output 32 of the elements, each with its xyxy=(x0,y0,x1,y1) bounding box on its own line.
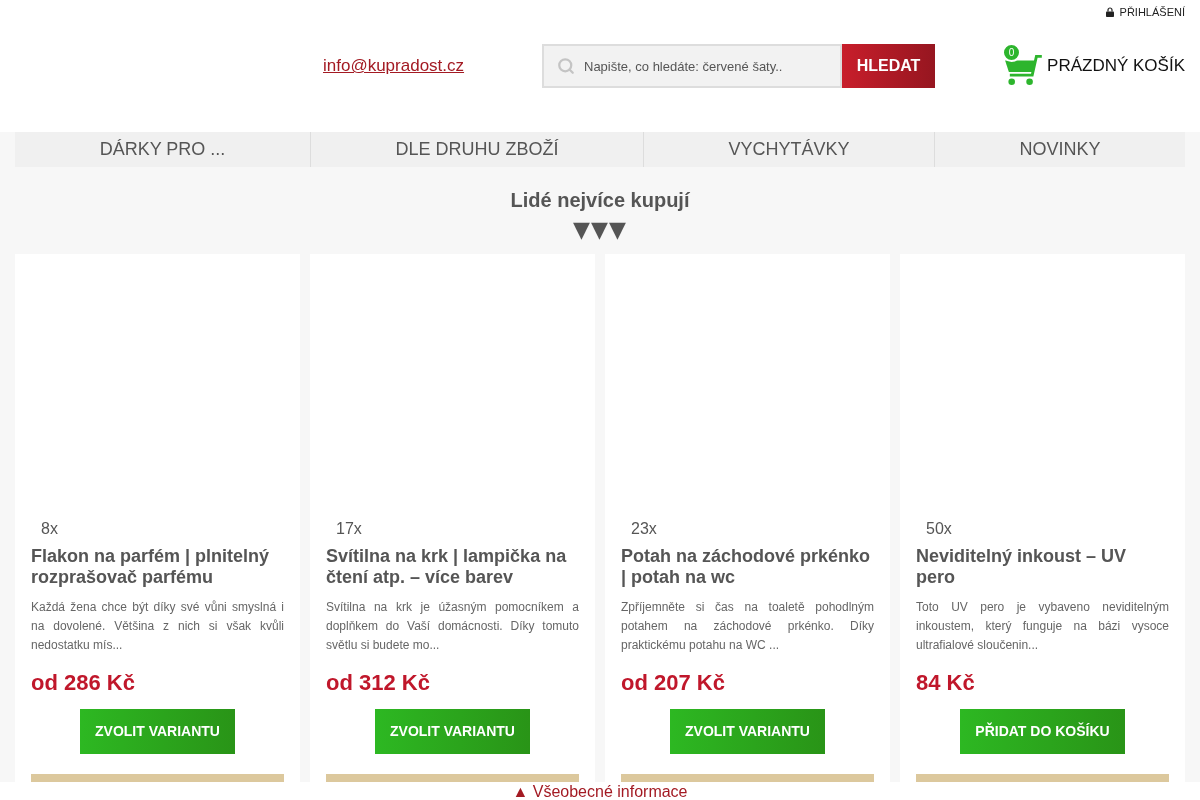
cart-label-link[interactable]: PRÁZDNÝ KOŠÍK xyxy=(1047,53,1185,79)
search-field[interactable]: Napište, co hledáte: červené šaty.. xyxy=(542,44,842,88)
product-description: Toto UV pero je vybaveno neviditelným inkoustem, který funguje na bázi vysoce ultrafialové sloučenin... xyxy=(916,599,1169,654)
sold-count: 23x xyxy=(630,520,658,538)
product-title-link[interactable]: Potah na záchodové prkénko | potah na wc xyxy=(621,546,874,588)
menu-item[interactable]: DLE DRUHU ZBOŽÍ xyxy=(310,132,643,167)
login-link[interactable]: PŘIHLÁŠENÍ xyxy=(1105,3,1185,21)
product-description: Každá žena chce být díky své vůni smyslná i na dovolené. Většina z nich si však kvůli nedostatku mís... xyxy=(31,599,284,654)
email-link[interactable]: info@kupradost.cz xyxy=(323,56,465,76)
menu-item[interactable]: VYCHYTÁVKY xyxy=(643,132,934,167)
search-icon xyxy=(557,57,575,75)
search-button[interactable]: HLEDAT xyxy=(842,44,935,88)
product-title-link[interactable]: Svítilna na krk | lampička na čtení atp. – více barev xyxy=(326,546,579,588)
menu-item[interactable]: NOVINKY xyxy=(934,132,1185,167)
sold-count: 50x xyxy=(925,520,953,538)
sold-count: 17x xyxy=(335,520,363,538)
product-price: od 312 Kč xyxy=(326,670,431,696)
product-description: Svítilna na krk je úžasným pomocníkem a doplňkem do Vaší domácnosti. Díky tomuto světlu si budete mo... xyxy=(326,599,579,654)
sold-count: 8x xyxy=(40,520,59,538)
shopping-cart-icon xyxy=(1004,54,1043,86)
product-title-link[interactable]: Flakon na parfém | plnitelný rozprašovač parfému xyxy=(31,546,284,588)
product-price: od 286 Kč xyxy=(31,670,136,696)
menu-item[interactable]: DÁRKY PRO ... xyxy=(15,132,310,167)
general-info-link[interactable]: ▲ Všeobecné informace xyxy=(512,783,688,800)
section-title: Lidé nejvíce kupují xyxy=(510,188,690,212)
product-description: Zpříjemněte si čas na toaletě pohodlným potahem na záchodové prkénko. Díky praktickému potahu na WC ... xyxy=(621,599,874,654)
product-price: 84 Kč xyxy=(916,670,976,696)
lock-icon xyxy=(1105,7,1114,17)
product-title-link[interactable]: Neviditelný inkoust – UV pero xyxy=(916,546,1169,588)
product-price: od 207 Kč xyxy=(621,670,726,696)
cart-count-badge: 0 xyxy=(1002,43,1022,62)
down-arrows: ▼▼▼ xyxy=(573,218,627,242)
